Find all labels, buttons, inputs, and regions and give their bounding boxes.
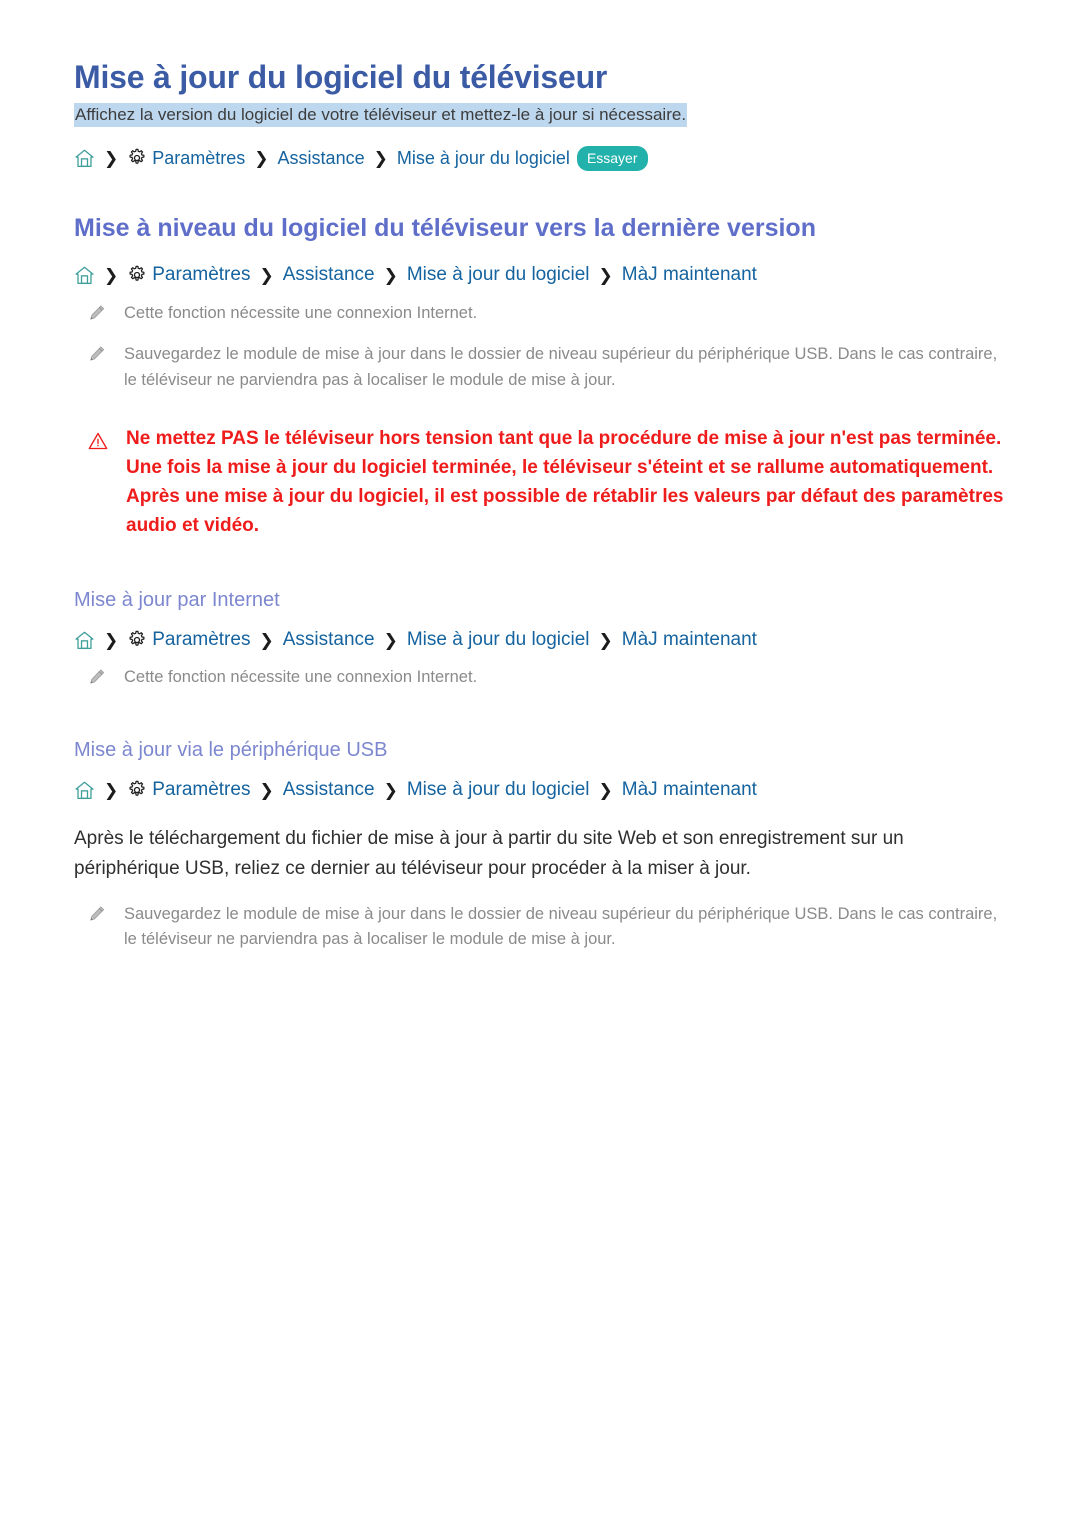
note-text: Cette fonction nécessite une connexion I… — [124, 303, 478, 322]
warning-text: Ne mettez PAS le téléviseur hors tension… — [126, 428, 1004, 537]
breadcrumb-separator: ❯ — [598, 780, 613, 800]
page-title: Mise à jour du logiciel du téléviseur — [74, 59, 608, 95]
gear-icon[interactable] — [127, 265, 147, 285]
breadcrumb-separator: ❯ — [259, 265, 274, 285]
breadcrumb-upgrade[interactable]: ❯ Paramètres ❯ Assistance ❯ Mise à jour … — [74, 262, 1020, 289]
subsection-title-internet: Mise à jour par Internet — [74, 588, 280, 611]
document-page: Mise à jour du logiciel du téléviseur Af… — [0, 0, 1080, 953]
page-subtitle: Affichez la version du logiciel de votre… — [74, 103, 1020, 128]
try-badge[interactable]: Essayer — [576, 145, 648, 171]
breadcrumb-separator: ❯ — [104, 630, 119, 650]
breadcrumb-separator: ❯ — [104, 780, 119, 800]
gear-icon[interactable] — [127, 780, 147, 800]
breadcrumb-crumb-mise-a-jour-logiciel[interactable]: Mise à jour du logiciel — [407, 262, 590, 289]
breadcrumb-separator: ❯ — [104, 148, 119, 168]
note-text: Sauvegardez le module de mise à jour dan… — [124, 345, 998, 389]
home-icon[interactable] — [74, 780, 95, 801]
breadcrumb-crumb-parametres[interactable]: Paramètres — [152, 262, 250, 289]
subsection-title-usb: Mise à jour via le périphérique USB — [74, 739, 388, 762]
breadcrumb-crumb-maj-maintenant[interactable]: MàJ maintenant — [622, 777, 757, 804]
breadcrumb-crumb-mise-a-jour-logiciel[interactable]: Mise à jour du logiciel — [407, 627, 590, 654]
breadcrumb-crumb-parametres[interactable]: Paramètres — [152, 627, 250, 654]
breadcrumb-crumb-assistance[interactable]: Assistance — [283, 627, 375, 654]
pencil-note-icon — [88, 304, 106, 322]
breadcrumb-crumb-mise-a-jour-logiciel[interactable]: Mise à jour du logiciel — [397, 146, 570, 171]
breadcrumb-crumb-maj-maintenant[interactable]: MàJ maintenant — [622, 262, 757, 289]
note-item: Sauvegardez le module de mise à jour dan… — [74, 902, 1020, 953]
section-title-upgrade: Mise à niveau du logiciel du téléviseur … — [74, 213, 816, 242]
note-item: Sauvegardez le module de mise à jour dan… — [74, 342, 1020, 393]
breadcrumb-separator: ❯ — [598, 630, 613, 650]
gear-icon[interactable] — [127, 148, 147, 168]
gear-icon[interactable] — [127, 630, 147, 650]
note-text: Cette fonction nécessite une connexion I… — [124, 668, 478, 687]
breadcrumb-internet[interactable]: ❯ Paramètres ❯ Assistance ❯ Mise à jour … — [74, 627, 1020, 654]
warning-triangle-icon — [88, 431, 108, 451]
breadcrumb-crumb-mise-a-jour-logiciel[interactable]: Mise à jour du logiciel — [407, 777, 590, 804]
breadcrumb-separator: ❯ — [254, 148, 269, 168]
breadcrumb-separator: ❯ — [104, 265, 119, 285]
breadcrumb-separator: ❯ — [383, 630, 398, 650]
breadcrumb-usb[interactable]: ❯ Paramètres ❯ Assistance ❯ Mise à jour … — [74, 777, 1020, 804]
breadcrumb-crumb-parametres[interactable]: Paramètres — [152, 146, 245, 171]
breadcrumb-crumb-assistance[interactable]: Assistance — [283, 777, 375, 804]
breadcrumb-separator: ❯ — [259, 780, 274, 800]
note-item: Cette fonction nécessite une connexion I… — [74, 665, 1020, 691]
breadcrumb-separator: ❯ — [598, 265, 613, 285]
note-text: Sauvegardez le module de mise à jour dan… — [124, 904, 998, 949]
breadcrumb-crumb-assistance[interactable]: Assistance — [283, 262, 375, 289]
breadcrumb-separator: ❯ — [373, 148, 388, 168]
home-icon[interactable] — [74, 265, 95, 286]
pencil-note-icon — [88, 345, 106, 363]
usb-paragraph: Après le téléchargement du fichier de mi… — [74, 827, 904, 879]
breadcrumb-crumb-parametres[interactable]: Paramètres — [152, 777, 250, 804]
breadcrumb-separator: ❯ — [383, 265, 398, 285]
breadcrumb-crumb-maj-maintenant[interactable]: MàJ maintenant — [622, 627, 757, 654]
breadcrumb-separator: ❯ — [383, 780, 398, 800]
breadcrumb-top[interactable]: ❯ Paramètres ❯ Assistance ❯ Mise à jour … — [74, 145, 1020, 171]
page-subtitle-text: Affichez la version du logiciel de votre… — [74, 103, 688, 128]
breadcrumb-crumb-assistance[interactable]: Assistance — [278, 146, 365, 171]
breadcrumb-separator: ❯ — [259, 630, 274, 650]
pencil-note-icon — [88, 905, 106, 923]
home-icon[interactable] — [74, 148, 95, 169]
warning-block: Ne mettez PAS le téléviseur hors tension… — [74, 425, 1020, 541]
pencil-note-icon — [88, 668, 106, 686]
home-icon[interactable] — [74, 630, 95, 651]
note-item: Cette fonction nécessite une connexion I… — [74, 301, 1020, 327]
